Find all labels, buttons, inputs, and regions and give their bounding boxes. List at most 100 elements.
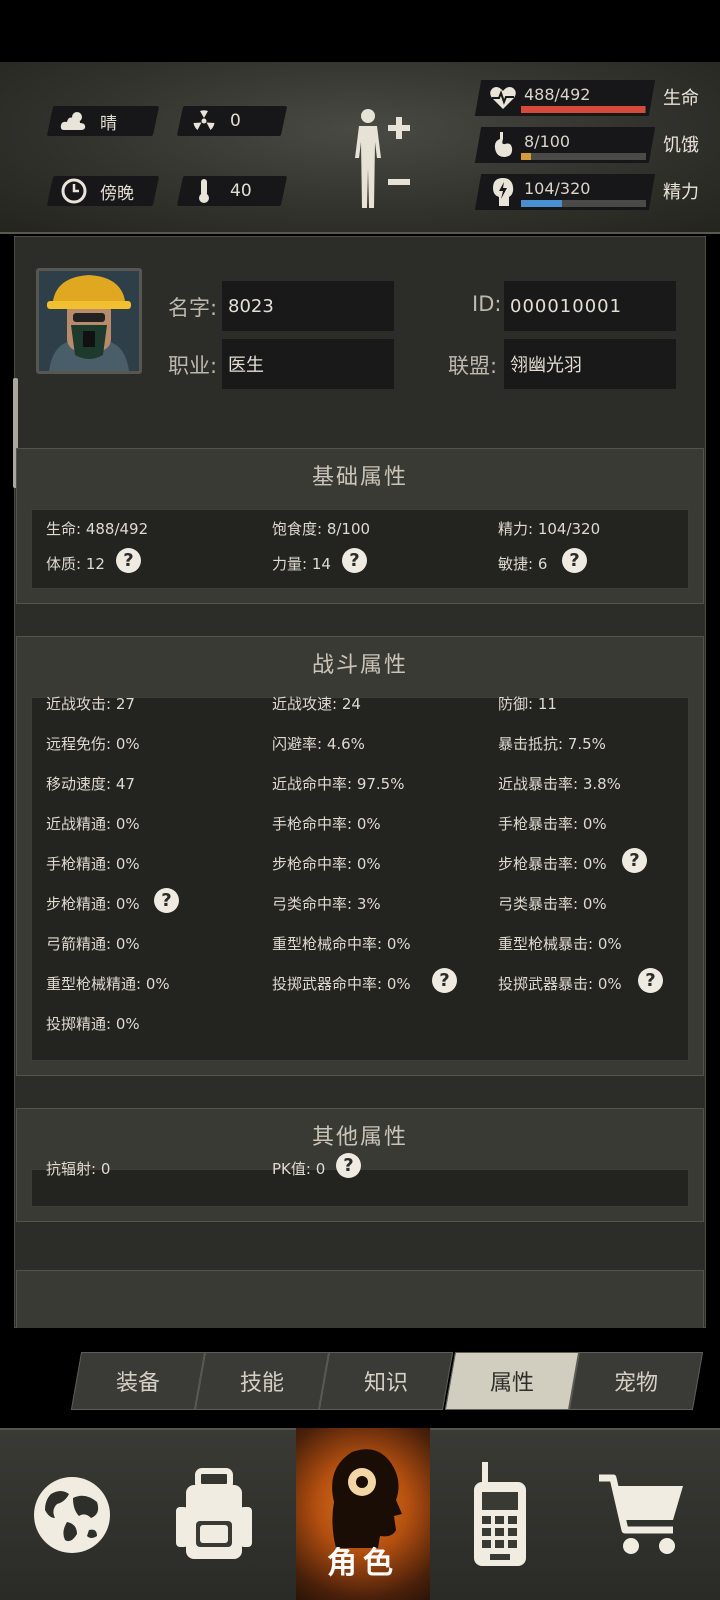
attribute-item: 手枪精通: 0%	[46, 855, 140, 873]
weather-text: 晴	[100, 113, 117, 134]
help-icon[interactable]: ?	[336, 1153, 361, 1178]
attribute-item: 重型枪械命中率: 0%	[272, 935, 411, 953]
time-slot: 傍晚	[46, 176, 160, 206]
energy-bar-fill	[521, 200, 562, 207]
health-label: 生命	[663, 88, 699, 109]
health-bar	[521, 106, 646, 113]
cloud-sun-icon	[60, 107, 88, 135]
attribute-item: 防御: 11	[498, 695, 557, 713]
attribute-item: 手枪暴击率: 0%	[498, 815, 607, 833]
weather-slot: 晴	[46, 106, 160, 136]
shop-button[interactable]	[582, 1440, 702, 1590]
job-label: 职业:	[168, 354, 218, 378]
tab-label: 装备	[115, 1371, 160, 1396]
attribute-item: 远程免伤: 0%	[46, 735, 140, 753]
section-body	[31, 1169, 689, 1207]
tab-equipment[interactable]: 装备	[70, 1352, 206, 1410]
job-field: 医生	[222, 339, 394, 389]
hunger-label: 饥饿	[663, 135, 699, 156]
energy-icon	[488, 175, 518, 209]
attribute-item: 重型枪械暴击: 0%	[498, 935, 622, 953]
backpack-icon	[176, 1468, 252, 1559]
energy-bar	[521, 200, 646, 207]
help-icon[interactable]: ?	[562, 548, 587, 573]
attribute-item: 移动速度: 47	[46, 775, 135, 793]
section-title: 基础属性	[311, 465, 408, 490]
attribute-item: 弓箭精通: 0%	[46, 935, 140, 953]
radiation-text: 0	[230, 111, 241, 131]
attribute-item: 饱食度: 8/100	[272, 520, 371, 538]
radiation-icon	[190, 107, 218, 135]
energy-label: 精力	[663, 182, 699, 203]
clock-icon	[60, 177, 88, 205]
attribute-item: 近战命中率: 97.5%	[272, 775, 405, 793]
health-bar-fill	[521, 106, 645, 113]
name-field: 8023	[222, 281, 394, 331]
help-icon[interactable]: ?	[342, 548, 367, 573]
attribute-item: 敏捷: 6	[498, 555, 548, 573]
tab-label: 宠物	[613, 1371, 658, 1396]
hunger-value: 8/100	[524, 132, 571, 151]
character-button-label: 角色	[327, 1546, 399, 1581]
attribute-item: 闪避率: 4.6%	[272, 735, 365, 753]
radio-button[interactable]	[440, 1440, 560, 1590]
tab-attributes[interactable]: 属性	[444, 1352, 580, 1410]
shopping-cart-icon	[599, 1474, 683, 1554]
radiation-slot: 0	[176, 106, 288, 136]
hunger-bar	[521, 153, 646, 160]
attribute-item: 弓类暴击率: 0%	[498, 895, 607, 913]
temperature-text: 40	[230, 181, 252, 201]
health-value: 488/492	[524, 85, 591, 104]
attribute-item: 抗辐射: 0	[46, 1160, 111, 1178]
energy-value: 104/320	[524, 179, 591, 198]
attribute-item: 投掷武器暴击: 0%	[498, 975, 622, 993]
attribute-item: 投掷武器命中率: 0%	[272, 975, 411, 993]
next-section-header	[16, 1270, 704, 1328]
tab-pets[interactable]: 宠物	[568, 1352, 704, 1410]
name-label: 名字:	[168, 296, 218, 320]
attribute-item: 重型枪械精通: 0%	[46, 975, 170, 993]
heart-icon	[488, 81, 518, 115]
alliance-field: 翎幽光羽	[504, 339, 676, 389]
thermometer-icon	[190, 177, 218, 205]
attribute-item: PK值: 0	[272, 1160, 326, 1178]
attribute-item: 近战暴击率: 3.8%	[498, 775, 621, 793]
tab-label: 知识	[363, 1371, 408, 1396]
section-title: 战斗属性	[311, 653, 408, 678]
tab-knowledge[interactable]: 知识	[318, 1352, 454, 1410]
body-status-icon[interactable]	[350, 106, 422, 210]
attribute-item: 生命: 488/492	[46, 520, 149, 538]
help-icon[interactable]: ?	[622, 848, 647, 873]
avatar[interactable]	[36, 268, 142, 374]
attribute-item: 步枪命中率: 0%	[272, 855, 381, 873]
id-label: ID:	[472, 292, 502, 316]
attribute-item: 步枪暴击率: 0%	[498, 855, 607, 873]
attribute-item: 近战攻击: 27	[46, 695, 135, 713]
attribute-item: 弓类命中率: 3%	[272, 895, 381, 913]
section-title: 其他属性	[311, 1125, 408, 1150]
tab-skills[interactable]: 技能	[194, 1352, 330, 1410]
help-icon[interactable]: ?	[638, 968, 663, 993]
id-field: 000010001	[504, 281, 676, 331]
stomach-icon	[488, 128, 518, 162]
attribute-item: 手枪命中率: 0%	[272, 815, 381, 833]
attribute-item: 力量: 14	[272, 555, 331, 573]
alliance-label: 联盟:	[448, 354, 498, 378]
time-of-day-text: 傍晚	[100, 183, 134, 204]
hunger-bar-fill	[521, 153, 531, 160]
world-map-button[interactable]	[12, 1440, 132, 1590]
attribute-item: 精力: 104/320	[498, 520, 601, 538]
help-icon[interactable]: ?	[154, 888, 179, 913]
help-icon[interactable]: ?	[116, 548, 141, 573]
walkie-talkie-icon	[474, 1462, 526, 1566]
attribute-item: 投掷精通: 0%	[46, 1015, 140, 1033]
attribute-item: 近战攻速: 24	[272, 695, 361, 713]
tab-label: 属性	[489, 1371, 534, 1396]
attribute-item: 近战精通: 0%	[46, 815, 140, 833]
backpack-button[interactable]	[154, 1440, 274, 1590]
help-icon[interactable]: ?	[432, 968, 457, 993]
temperature-slot: 40	[176, 176, 288, 206]
globe-icon	[34, 1477, 110, 1553]
attribute-item: 暴击抵抗: 7.5%	[498, 735, 606, 753]
system-status-bar	[0, 0, 720, 62]
